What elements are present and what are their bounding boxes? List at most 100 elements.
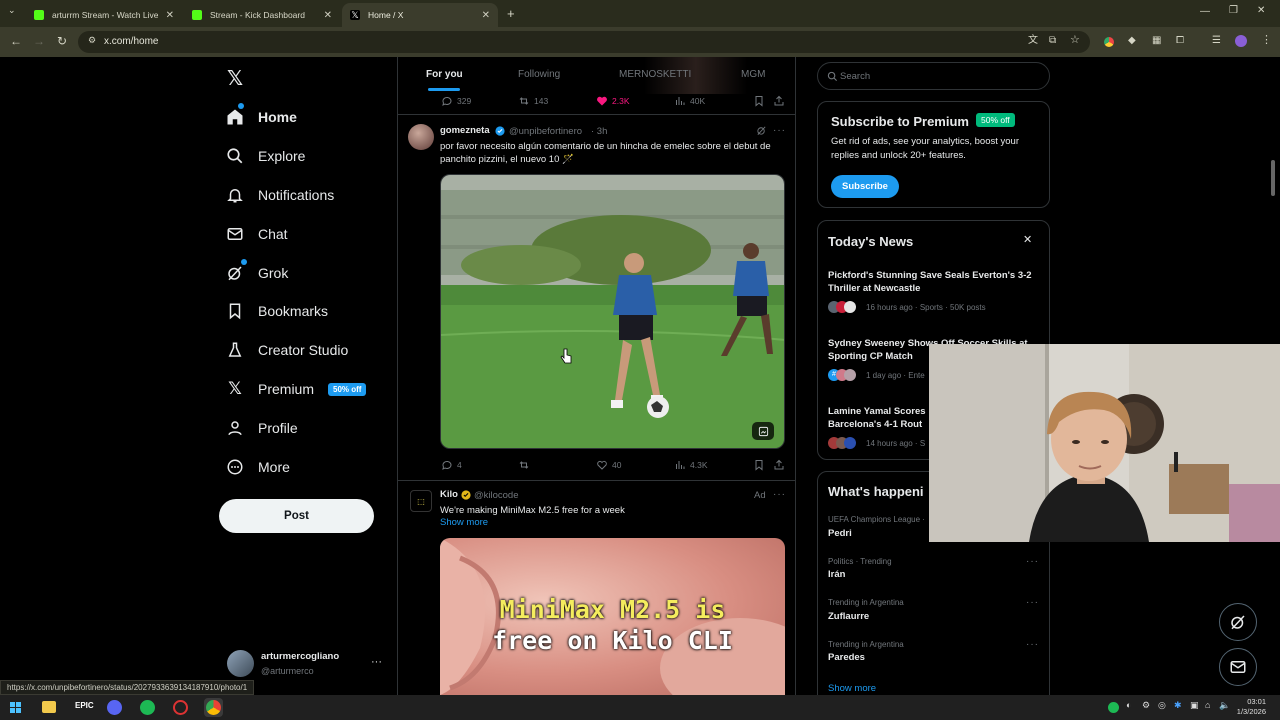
- tweet-more-icon[interactable]: ···: [773, 125, 786, 136]
- messages-float-button[interactable]: [1219, 648, 1257, 686]
- tweet-photo[interactable]: [440, 174, 785, 449]
- share-icon[interactable]: [773, 459, 785, 471]
- subscribe-button[interactable]: Subscribe: [831, 175, 899, 198]
- tweet-author-name[interactable]: gomezneta: [440, 125, 490, 136]
- tab-list-icon[interactable]: ☰: [1212, 36, 1221, 46]
- trend-more-icon[interactable]: ···: [1026, 639, 1039, 650]
- tab-following[interactable]: Following: [518, 69, 560, 80]
- reply-button[interactable]: 4: [441, 459, 462, 471]
- repost-button[interactable]: 143: [518, 95, 548, 107]
- extension-grid-icon[interactable]: ▦: [1152, 36, 1161, 46]
- show-more-link[interactable]: Show more: [440, 517, 488, 528]
- profile-avatar-icon[interactable]: [1235, 35, 1247, 47]
- nav-bookmarks[interactable]: Bookmarks: [226, 293, 328, 329]
- tab-mgm[interactable]: MGM: [741, 69, 765, 80]
- views-button[interactable]: 40K: [674, 95, 705, 107]
- ad-author-handle[interactable]: @kilocode: [474, 490, 519, 501]
- bluetooth-icon[interactable]: ✱: [1174, 700, 1182, 711]
- browser-tab-kick-dashboard[interactable]: Stream - Kick Dashboard ✕: [184, 3, 340, 27]
- site-info-icon[interactable]: ⚙: [88, 36, 96, 45]
- tray-app-icon[interactable]: ◐: [1126, 700, 1131, 710]
- account-name[interactable]: arturmercogliano: [261, 651, 339, 662]
- windows-start-icon[interactable]: [10, 702, 21, 713]
- volume-icon[interactable]: 🔈: [1219, 700, 1230, 711]
- trend-more-icon[interactable]: ···: [1026, 597, 1039, 608]
- nav-creator-studio[interactable]: Creator Studio: [226, 332, 348, 368]
- tab-mernosketti[interactable]: MERNOSKETTI: [619, 69, 691, 80]
- tweet-avatar[interactable]: [408, 124, 434, 150]
- forward-icon[interactable]: →: [33, 35, 45, 47]
- tray-spotify-icon[interactable]: [1108, 702, 1119, 713]
- back-icon[interactable]: ←: [10, 35, 22, 47]
- like-button[interactable]: 2.3K: [596, 95, 630, 107]
- tab-for-you[interactable]: For you: [426, 69, 463, 80]
- tray-app-icon[interactable]: ◎: [1158, 700, 1166, 711]
- address-bar[interactable]: [78, 31, 1090, 53]
- grok-icon[interactable]: [756, 125, 767, 136]
- reply-button[interactable]: 329: [441, 95, 471, 107]
- obs-icon[interactable]: [173, 700, 188, 715]
- tray-settings-icon[interactable]: ⚙: [1142, 700, 1150, 711]
- spotify-icon[interactable]: [140, 700, 155, 715]
- nav-chat[interactable]: Chat: [226, 216, 288, 252]
- bookmark-icon[interactable]: [753, 95, 765, 107]
- close-tab-icon[interactable]: ✕: [324, 10, 332, 21]
- tab-search-chevron-icon[interactable]: ⌄: [8, 6, 16, 15]
- extension-diamond-icon[interactable]: ◆: [1128, 36, 1136, 46]
- network-icon[interactable]: ⌂: [1205, 700, 1210, 710]
- ad-more-icon[interactable]: ···: [773, 489, 786, 500]
- bookmark-icon[interactable]: [753, 459, 765, 471]
- share-icon[interactable]: [773, 95, 785, 107]
- grok-float-button[interactable]: [1219, 603, 1257, 641]
- post-button[interactable]: Post: [219, 499, 374, 533]
- close-tab-icon[interactable]: ✕: [482, 10, 490, 21]
- browser-tab-kick-stream[interactable]: arturrm Stream - Watch Live on Kick ✕: [26, 3, 182, 27]
- epic-games-icon[interactable]: EPIC: [75, 701, 94, 710]
- nav-home[interactable]: Home: [226, 99, 297, 135]
- nav-explore[interactable]: Explore: [226, 138, 305, 174]
- restore-icon[interactable]: ❐: [1229, 6, 1238, 16]
- chrome-taskbar-active[interactable]: [204, 698, 223, 717]
- nav-more[interactable]: More: [226, 449, 290, 485]
- close-news-icon[interactable]: ✕: [1023, 233, 1032, 246]
- nav-profile[interactable]: Profile: [226, 410, 298, 446]
- extensions-puzzle-icon[interactable]: ⧠: [1176, 36, 1184, 46]
- nav-grok[interactable]: Grok: [226, 255, 288, 291]
- tweet-author-handle[interactable]: @unpibefortinero: [509, 126, 582, 137]
- scrollbar-thumb[interactable]: [1271, 160, 1275, 196]
- kilo-logo-icon[interactable]: ⬚: [410, 490, 432, 512]
- nav-notifications[interactable]: Notifications: [226, 177, 334, 213]
- url-text[interactable]: x.com/home: [104, 36, 158, 47]
- browser-menu-icon[interactable]: ⋮: [1261, 35, 1272, 46]
- close-window-icon[interactable]: ✕: [1257, 6, 1265, 16]
- extension-color-icon[interactable]: [1104, 37, 1114, 47]
- news-item-headline[interactable]: Pickford's Stunning Save Seals Everton's…: [828, 269, 1038, 295]
- like-button[interactable]: 40: [596, 459, 621, 471]
- ad-image[interactable]: MiniMax M2.5 is free on Kilo CLI: [440, 538, 785, 695]
- cast-icon[interactable]: ⧉: [1049, 36, 1056, 46]
- bookmark-star-icon[interactable]: ☆: [1070, 35, 1080, 46]
- browser-tab-x-home[interactable]: 𝕏 Home / X ✕: [342, 3, 498, 27]
- discord-icon[interactable]: [107, 700, 122, 715]
- show-more-trends-link[interactable]: Show more: [828, 683, 876, 694]
- ad-author-name[interactable]: Kilo: [440, 489, 458, 500]
- x-logo-icon[interactable]: 𝕏: [227, 66, 243, 91]
- trend-name[interactable]: Paredes: [828, 652, 865, 663]
- trend-name[interactable]: Irán: [828, 569, 845, 580]
- new-tab-button[interactable]: +: [507, 7, 515, 20]
- close-tab-icon[interactable]: ✕: [166, 10, 174, 21]
- trend-name[interactable]: Pedri: [828, 528, 852, 539]
- views-button[interactable]: 4.3K: [674, 459, 708, 471]
- translate-icon[interactable]: 文: [1028, 36, 1038, 46]
- trend-more-icon[interactable]: ···: [1026, 556, 1039, 567]
- trend-name[interactable]: Zuflaurre: [828, 611, 869, 622]
- repost-button[interactable]: [518, 459, 534, 471]
- taskbar-clock[interactable]: 03:01 1/3/2026: [1232, 697, 1266, 717]
- minimize-icon[interactable]: —: [1200, 7, 1210, 17]
- reload-icon[interactable]: ↻: [57, 35, 67, 47]
- tray-app-icon[interactable]: ▣: [1190, 700, 1199, 711]
- file-explorer-icon[interactable]: [42, 701, 56, 713]
- account-avatar[interactable]: [227, 650, 254, 677]
- account-more-icon[interactable]: ···: [371, 656, 382, 668]
- media-grok-button[interactable]: [752, 422, 774, 440]
